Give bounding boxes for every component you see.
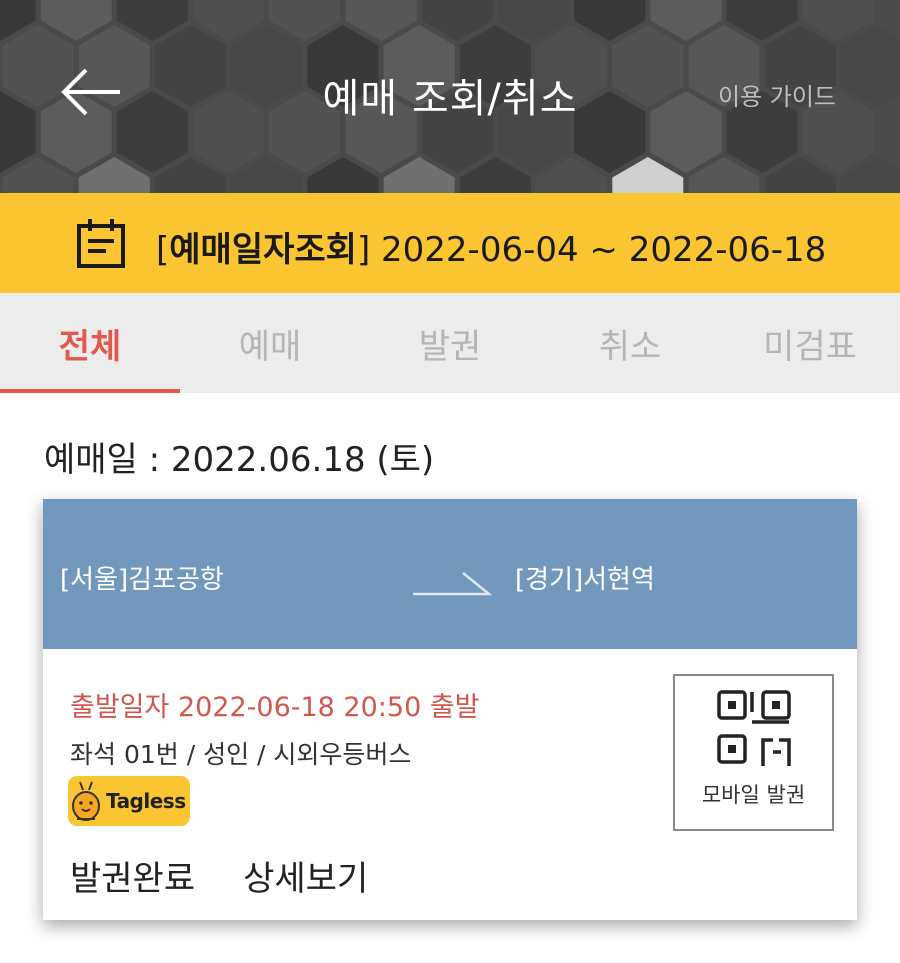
filter-tabs: 전체 예매 발권 취소 미검표 — [0, 293, 900, 393]
tab-issued[interactable]: 발권 — [360, 293, 540, 393]
date-range-value: 2022-06-04 ~ 2022-06-18 — [381, 230, 827, 270]
reservation-card[interactable]: [서울]김포공항 [경기]서현역 출발일자 2022-06-18 20:50 출… — [43, 499, 857, 920]
tab-cancelled[interactable]: 취소 — [540, 293, 720, 393]
reservation-date: 예매일 : 2022.06.18 (토) — [44, 440, 435, 480]
date-range-suffix: ] — [356, 230, 371, 270]
date-range-prefix: [ — [156, 230, 170, 270]
qr-code-icon — [717, 690, 791, 766]
tagless-mascot-icon — [72, 781, 100, 821]
route-header: [서울]김포공항 [경기]서현역 — [43, 499, 857, 649]
tagless-label: Tagless — [106, 789, 186, 813]
tab-unchecked[interactable]: 미검표 — [720, 293, 900, 393]
mobile-ticket-button[interactable]: 모바일 발권 — [673, 674, 834, 831]
seat-info: 좌석 01번 / 성인 / 시외우등버스 — [70, 740, 412, 769]
arrival-terminal: [경기]서현역 — [515, 565, 655, 595]
date-range-text: [예매일자조회] 2022-06-04 ~ 2022-06-18 — [156, 222, 826, 271]
mobile-ticket-label: 모바일 발권 — [701, 783, 806, 807]
card-actions: 발권완료 상세보기 — [70, 851, 368, 900]
calendar-icon — [77, 219, 125, 268]
date-range-label: 예매일자조회 — [169, 230, 357, 270]
header: 예매 조회/취소 이용 가이드 — [0, 0, 900, 193]
tab-reservation[interactable]: 예매 — [180, 293, 360, 393]
guide-link[interactable]: 이용 가이드 — [718, 77, 836, 112]
tagless-badge: Tagless — [68, 776, 190, 826]
tab-all[interactable]: 전체 — [0, 293, 180, 393]
departure-time: 출발일자 2022-06-18 20:50 출발 — [70, 692, 480, 723]
departure-terminal: [서울]김포공항 — [60, 565, 224, 595]
detail-view-button[interactable]: 상세보기 — [243, 859, 368, 899]
route-arrow-icon — [413, 572, 493, 596]
issued-status-button[interactable]: 발권완료 — [70, 859, 195, 899]
